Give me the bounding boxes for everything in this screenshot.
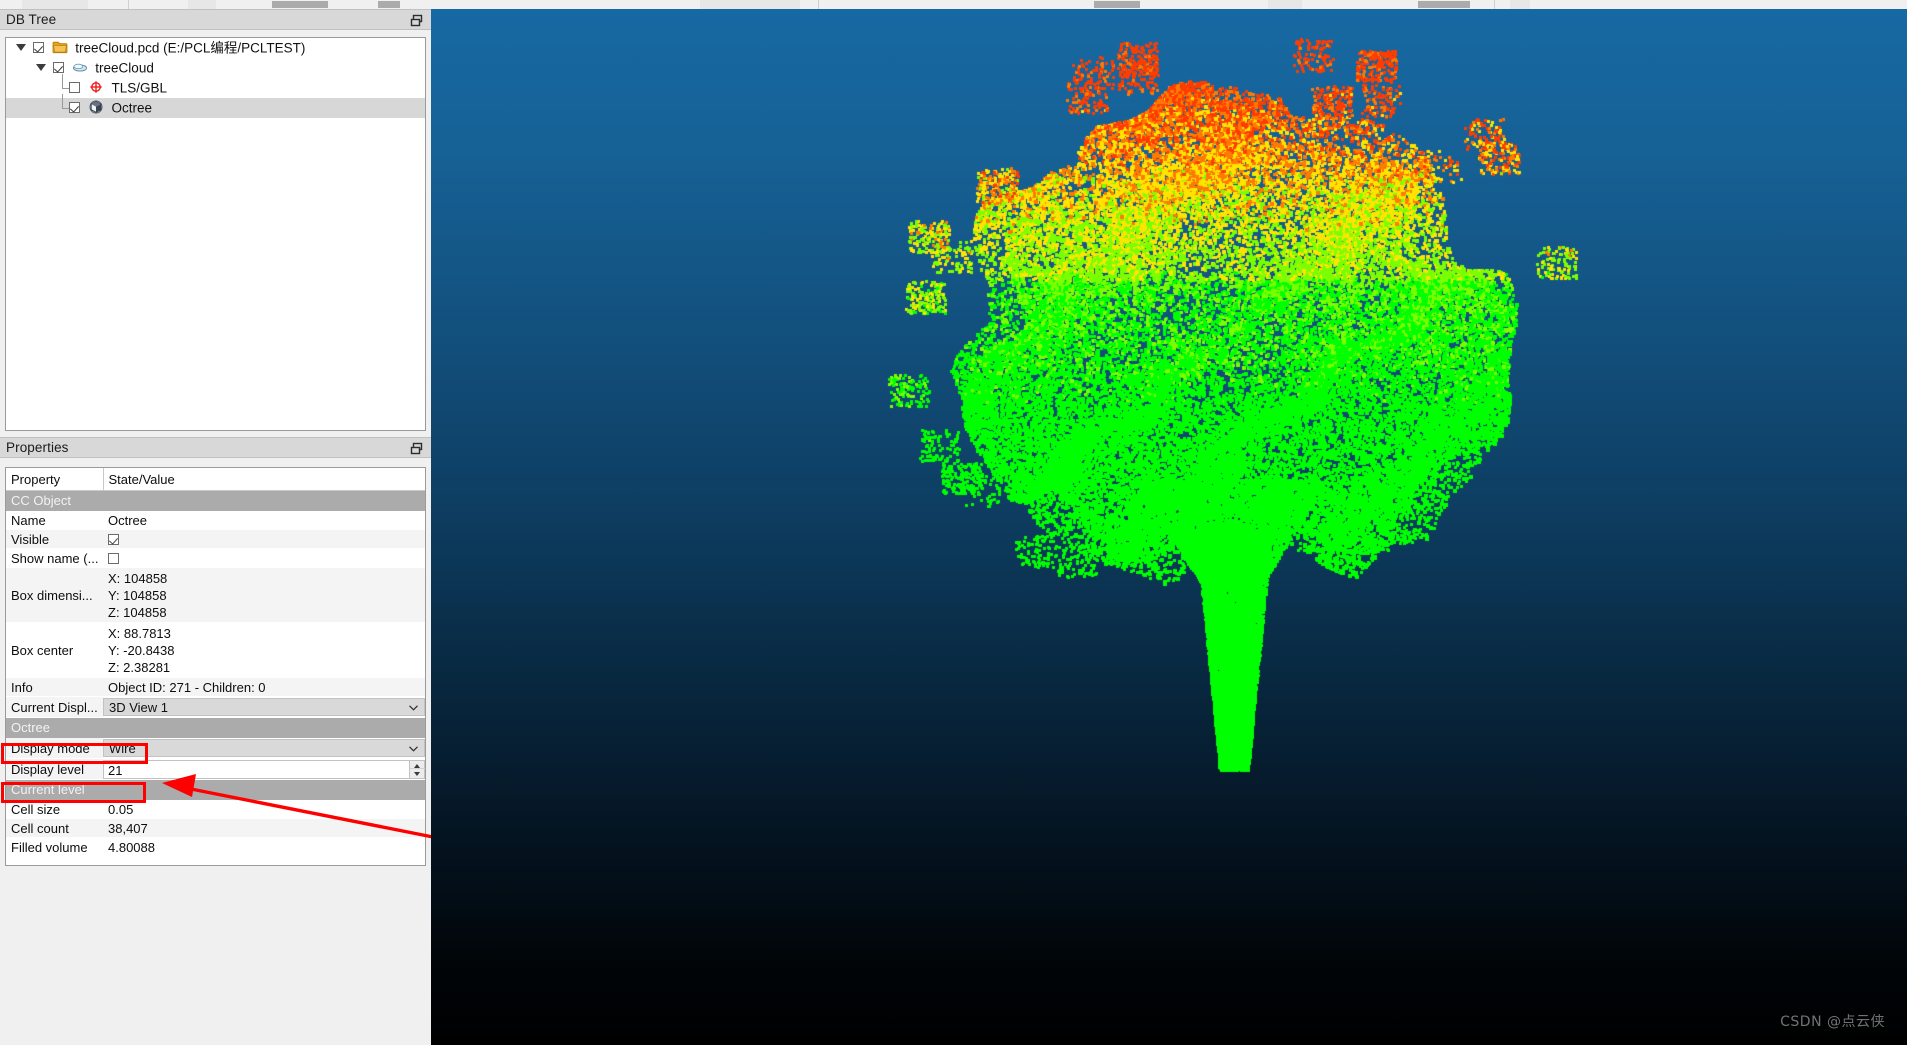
- cloud-icon: [72, 60, 88, 74]
- property-key: Current Displ...: [6, 696, 103, 718]
- property-key: Info: [6, 677, 103, 697]
- point-cloud-canvas[interactable]: [431, 9, 1907, 1045]
- properties-float-icon[interactable]: [410, 442, 423, 455]
- box-dim-z: Z: 104858: [108, 604, 167, 620]
- db-tree-view[interactable]: treeCloud.pcd (E:/PCL编程/PCLTEST) treeClo…: [5, 37, 426, 431]
- box-dim-x: X: 104858: [108, 570, 168, 586]
- tree-item-octree[interactable]: Octree: [6, 94, 425, 118]
- display-level-spinbox[interactable]: 21: [103, 759, 425, 779]
- watermark-label: CSDN @点云侠: [1780, 1014, 1885, 1030]
- property-value: Object ID: 271 - Children: 0: [103, 677, 425, 697]
- current-display-value: 3D View 1: [109, 700, 169, 715]
- spinbox-decrement-button[interactable]: [410, 769, 425, 778]
- spinbox-buttons[interactable]: [409, 760, 425, 778]
- tree-item-label: treeCloud: [95, 60, 154, 76]
- expand-arrow-icon[interactable]: [16, 43, 26, 51]
- properties-title-bar: Properties: [0, 437, 431, 458]
- tree-item-checkbox[interactable]: [32, 42, 44, 54]
- left-dock-column: DB Tree treeCloud.pcd (E:/PCL编程/PCLTEST)…: [0, 9, 431, 1045]
- property-key: Box dimensi...: [6, 567, 103, 623]
- tree-item-label: TLS/GBL: [111, 80, 168, 96]
- box-center-x: X: 88.7813: [108, 625, 171, 641]
- sensor-icon: [88, 80, 104, 94]
- tree-connector: [57, 74, 70, 98]
- group-header-cc-object: CC Object: [6, 490, 425, 511]
- property-row-box-center[interactable]: Box center X: 88.7813 Y: -20.8438 Z: 2.3…: [6, 622, 425, 678]
- tree-item-checkbox[interactable]: [69, 102, 80, 114]
- property-value: [103, 548, 425, 568]
- cloudcompare-window: DB Tree treeCloud.pcd (E:/PCL编程/PCLTEST)…: [0, 0, 1907, 1045]
- db-tree-title-bar: DB Tree: [0, 9, 431, 30]
- property-value: 0.05: [103, 799, 425, 819]
- tree-item-treecloud[interactable]: treeCloud: [6, 58, 425, 78]
- box-center-z: Z: 2.38281: [108, 659, 171, 675]
- property-value: 4.80088: [103, 837, 425, 857]
- column-header-property: Property: [6, 468, 104, 491]
- property-row-display-level[interactable]: Display level 21: [6, 758, 425, 780]
- property-row-name[interactable]: Name Octree: [6, 510, 425, 530]
- property-value: Octree: [103, 510, 425, 530]
- property-key: Show name (...: [6, 548, 103, 568]
- property-key: Display mode: [6, 737, 103, 759]
- property-key: Filled volume: [6, 837, 103, 857]
- property-value: 3D View 1: [103, 696, 425, 718]
- box-center-y: Y: -20.8438: [108, 642, 175, 658]
- property-row-cell-count[interactable]: Cell count 38,407: [6, 818, 425, 838]
- property-key: Name: [6, 510, 103, 530]
- tree-item-treecloud-pcd[interactable]: treeCloud.pcd (E:/PCL编程/PCLTEST): [6, 38, 425, 58]
- properties-table[interactable]: Property State/Value CC Object Name Octr…: [5, 467, 426, 866]
- octree-icon: [88, 100, 104, 114]
- tree-item-label: Octree: [111, 100, 153, 116]
- spinbox-increment-button[interactable]: [410, 761, 425, 769]
- display-level-value: 21: [108, 762, 123, 778]
- property-key: Box center: [6, 622, 103, 678]
- db-tree-float-icon[interactable]: [410, 14, 423, 27]
- properties-header-row: Property State/Value: [6, 468, 425, 491]
- property-key: Display level: [6, 758, 103, 780]
- property-value: 21: [103, 758, 425, 780]
- chevron-down-icon[interactable]: [409, 746, 418, 752]
- property-value: X: 88.7813 Y: -20.8438 Z: 2.38281: [103, 622, 425, 678]
- tree-item-checkbox[interactable]: [52, 62, 64, 74]
- tree-item-tls-gbl[interactable]: TLS/GBL: [6, 74, 425, 98]
- box-dim-y: Y: 104858: [108, 587, 167, 603]
- 3d-view[interactable]: CSDN @点云侠: [431, 9, 1907, 1045]
- property-row-box-dimensions[interactable]: Box dimensi... X: 104858 Y: 104858 Z: 10…: [6, 567, 425, 623]
- folder-icon: [52, 40, 68, 54]
- property-value: X: 104858 Y: 104858 Z: 104858: [103, 567, 425, 623]
- property-row-display-mode[interactable]: Display mode Wire: [6, 737, 425, 759]
- expand-arrow-icon[interactable]: [36, 63, 46, 71]
- current-display-combobox[interactable]: 3D View 1: [103, 698, 425, 716]
- visible-checkbox[interactable]: [108, 533, 119, 545]
- display-mode-value: Wire: [109, 741, 136, 756]
- properties-title-label: Properties: [6, 440, 69, 455]
- tree-item-checkbox[interactable]: [69, 82, 80, 94]
- db-tree-title-label: DB Tree: [6, 12, 57, 27]
- property-row-show-name[interactable]: Show name (...: [6, 548, 425, 568]
- column-header-state-value: State/Value: [103, 468, 425, 491]
- property-row-info[interactable]: Info Object ID: 271 - Children: 0: [6, 677, 425, 697]
- property-row-cell-size[interactable]: Cell size 0.05: [6, 799, 425, 819]
- property-value: 38,407: [103, 818, 425, 838]
- property-row-current-display[interactable]: Current Displ... 3D View 1: [6, 696, 425, 718]
- property-key: Cell count: [6, 818, 103, 838]
- group-header-current-level: Current level: [6, 779, 425, 800]
- property-key: Visible: [6, 529, 103, 549]
- property-row-visible[interactable]: Visible: [6, 529, 425, 549]
- show-name-checkbox[interactable]: [108, 552, 119, 564]
- tree-connector: [57, 94, 70, 118]
- property-value: Wire: [103, 737, 425, 759]
- property-value: [103, 529, 425, 549]
- property-key: Cell size: [6, 799, 103, 819]
- property-row-filled-volume[interactable]: Filled volume 4.80088: [6, 837, 425, 857]
- group-header-octree: Octree: [6, 717, 425, 738]
- chevron-down-icon[interactable]: [409, 705, 418, 711]
- tree-item-label: treeCloud.pcd (E:/PCL编程/PCLTEST): [75, 40, 306, 56]
- display-mode-combobox[interactable]: Wire: [103, 739, 425, 757]
